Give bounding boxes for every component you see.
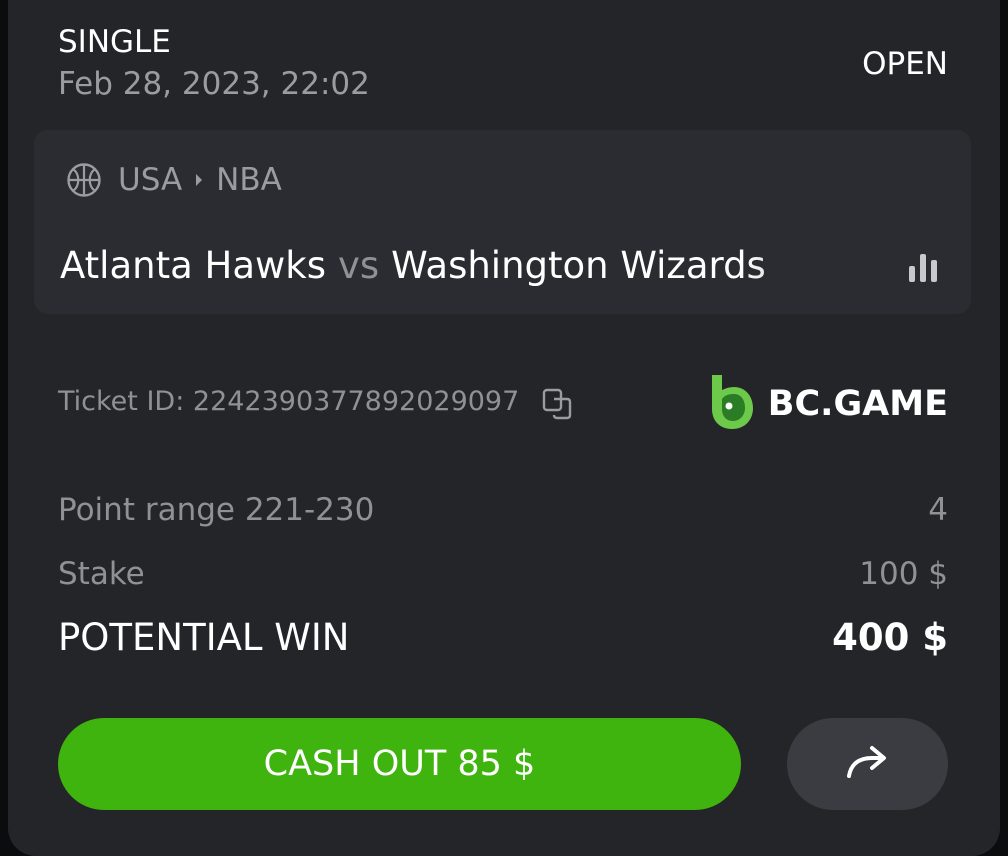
ticket-id-row: Ticket ID: 2242390377892029097 BC.GAME	[58, 375, 948, 438]
stake-label: Stake	[58, 556, 145, 592]
vs-separator: vs	[337, 243, 380, 287]
status-badge: OPEN	[862, 46, 948, 82]
brand-logo: BC.GAME	[710, 374, 948, 434]
cash-out-button[interactable]: CASH OUT 85 $	[58, 718, 741, 810]
potential-win-label: POTENTIAL WIN	[58, 616, 350, 659]
copy-icon[interactable]	[541, 387, 575, 421]
ticket-header: SINGLE Feb 28, 2023, 22:02 OPEN	[58, 24, 948, 108]
selection-label: Point range 221-230	[58, 492, 375, 528]
potential-win-value: 400 $	[832, 616, 948, 659]
match-title: Atlanta Hawks vs Washington Wizards	[60, 240, 941, 290]
share-button[interactable]	[787, 718, 948, 810]
potential-win-row: POTENTIAL WIN 400 $	[58, 616, 948, 672]
bet-date: Feb 28, 2023, 22:02	[58, 66, 370, 102]
stake-row: Stake 100 $	[58, 556, 948, 600]
share-arrow-icon	[844, 742, 892, 786]
bc-game-logo-icon	[710, 373, 754, 435]
breadcrumb: USA NBA	[66, 160, 282, 200]
bet-ticket-card: SINGLE Feb 28, 2023, 22:02 OPEN USA NBA …	[8, 0, 1000, 856]
selection-row: Point range 221-230 4	[58, 492, 948, 536]
odds-value: 4	[928, 492, 948, 528]
brand-name: BC.GAME	[767, 384, 948, 424]
bet-type-label: SINGLE	[58, 24, 171, 60]
ticket-id: Ticket ID: 2242390377892029097	[58, 386, 520, 417]
event-info-panel[interactable]: USA NBA Atlanta Hawks vs Washington Wiza…	[34, 130, 971, 314]
home-team: Atlanta Hawks	[60, 243, 326, 287]
bar-chart-icon[interactable]	[905, 248, 941, 282]
breadcrumb-league: NBA	[216, 162, 282, 198]
bet-summary: Point range 221-230 4 Stake 100 $ POTENT…	[58, 492, 948, 659]
basketball-icon	[66, 162, 102, 198]
away-team: Washington Wizards	[391, 243, 766, 287]
chevron-right-icon	[194, 172, 204, 188]
stake-value: 100 $	[859, 556, 948, 592]
breadcrumb-country: USA	[118, 162, 183, 198]
